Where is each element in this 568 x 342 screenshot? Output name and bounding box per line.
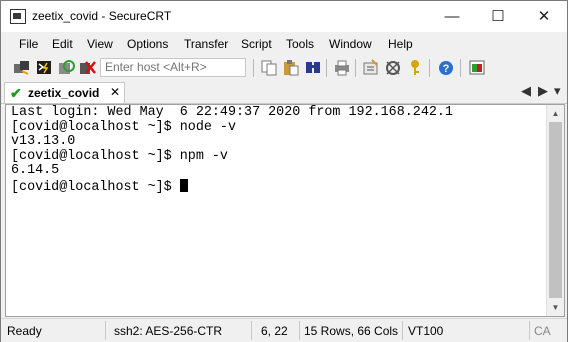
toolbar-separator <box>326 59 327 77</box>
terminal-line: [covid@localhost ~]$ npm -v <box>11 148 228 164</box>
securecrt-window: zeetix_covid - SecureCRT — ☐ ✕ File Edit… <box>0 0 568 342</box>
svg-text:?: ? <box>443 63 450 75</box>
status-ready: Ready <box>7 324 42 338</box>
host-input-box[interactable] <box>100 58 247 77</box>
help-icon[interactable]: ? <box>437 59 455 76</box>
terminal-line: 6.14.5 <box>11 163 60 178</box>
status-dimensions: 15 Rows, 66 Cols <box>304 324 399 338</box>
tab-scroll-right-icon[interactable]: ▶ <box>538 83 548 99</box>
menu-transfer[interactable]: Transfer <box>184 37 228 51</box>
menu-script[interactable]: Script <box>241 37 272 51</box>
disconnect-icon[interactable] <box>79 59 97 76</box>
window-title: zeetix_covid - SecureCRT <box>32 9 172 23</box>
menu-file[interactable]: File <box>19 37 38 51</box>
menu-window[interactable]: Window <box>329 37 372 51</box>
terminal-cursor <box>179 178 188 192</box>
global-options-icon[interactable] <box>384 59 402 76</box>
sftp-icon[interactable] <box>468 59 486 76</box>
quick-connect-icon[interactable] <box>35 59 53 76</box>
keymap-icon[interactable] <box>406 59 424 76</box>
menu-bar: File Edit View Options Transfer Script T… <box>1 32 567 55</box>
paste-icon[interactable] <box>282 59 300 76</box>
toolbar: ? <box>1 55 567 82</box>
tab-bar: ✔ zeetix_covid ✕ ◀ ▶ ▾ <box>1 81 567 104</box>
terminal-app-icon[interactable] <box>10 9 26 24</box>
print-icon[interactable] <box>333 59 351 76</box>
menu-help[interactable]: Help <box>388 37 413 51</box>
scroll-down-arrow-icon[interactable]: ▼ <box>547 299 564 316</box>
terminal-prompt-line: [covid@localhost ~]$ <box>11 178 547 196</box>
toolbar-separator <box>355 59 356 77</box>
terminal-output[interactable]: Last login: Wed May 6 22:49:37 2020 from… <box>11 105 547 316</box>
status-connection: ssh2: AES-256-CTR <box>114 324 223 338</box>
tab-list-dropdown-icon[interactable]: ▾ <box>554 83 561 99</box>
terminal-frame: Last login: Wed May 6 22:49:37 2020 from… <box>5 104 565 317</box>
menu-tools[interactable]: Tools <box>286 37 314 51</box>
status-separator <box>402 321 403 340</box>
session-options-icon[interactable] <box>362 59 380 76</box>
toolbar-separator <box>429 59 430 77</box>
status-separator <box>105 321 106 340</box>
terminal-scrollbar[interactable]: ▲ ▼ <box>546 105 564 316</box>
status-caps: CA <box>534 324 551 338</box>
terminal-line: [covid@localhost ~]$ node -v <box>11 119 236 135</box>
menu-options[interactable]: Options <box>127 37 168 51</box>
maximize-button[interactable]: ☐ <box>475 1 521 32</box>
close-button[interactable]: ✕ <box>521 1 567 32</box>
copy-icon[interactable] <box>260 59 278 76</box>
status-separator <box>251 321 252 340</box>
connect-icon[interactable] <box>13 59 31 76</box>
minimize-button[interactable]: — <box>429 1 475 32</box>
status-emulation: VT100 <box>408 324 444 338</box>
toolbar-separator <box>460 59 461 77</box>
reconnect-icon[interactable] <box>57 59 75 76</box>
scrollbar-thumb[interactable] <box>549 122 562 298</box>
title-bar[interactable]: zeetix_covid - SecureCRT — ☐ ✕ <box>1 1 567 32</box>
connected-check-icon: ✔ <box>10 85 22 101</box>
terminal-line: v13.13.0 <box>11 134 76 149</box>
session-tab[interactable]: ✔ zeetix_covid ✕ <box>4 82 125 103</box>
session-tab-label: zeetix_covid <box>28 86 100 100</box>
tab-close-icon[interactable]: ✕ <box>110 85 120 99</box>
menu-edit[interactable]: Edit <box>52 37 73 51</box>
scroll-up-arrow-icon[interactable]: ▲ <box>547 105 564 122</box>
status-cursor-position: 6, 22 <box>261 324 288 338</box>
terminal-line: Last login: Wed May 6 22:49:37 2020 from… <box>11 105 453 120</box>
host-input[interactable] <box>101 59 247 75</box>
status-separator <box>529 321 530 340</box>
status-separator <box>299 321 300 340</box>
terminal-prompt: [covid@localhost ~]$ <box>11 179 180 195</box>
status-bar: Ready ssh2: AES-256-CTR 6, 22 15 Rows, 6… <box>1 318 567 342</box>
tab-scroll-left-icon[interactable]: ◀ <box>521 83 531 99</box>
find-icon[interactable] <box>304 59 322 76</box>
toolbar-separator <box>253 59 254 77</box>
menu-view[interactable]: View <box>87 37 113 51</box>
